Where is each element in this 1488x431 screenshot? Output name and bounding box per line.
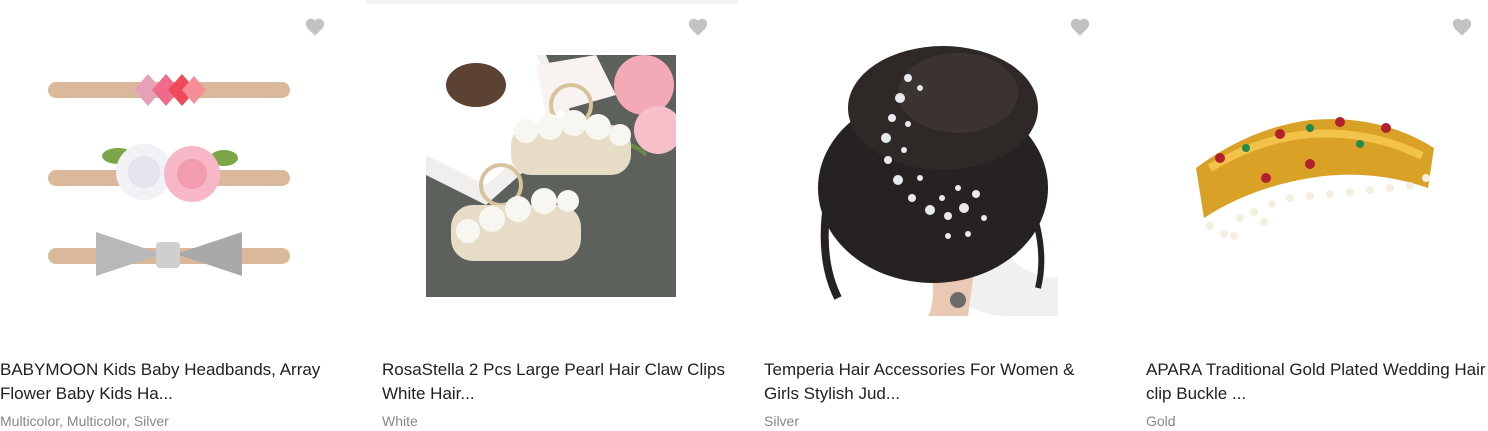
product-title-line1[interactable]: APARA Traditional Gold Plated Wedding Ha… <box>1146 360 1486 379</box>
product-title-line2[interactable]: Girls Stylish Jud... <box>764 384 900 403</box>
product-card-apara[interactable]: APARA Traditional Gold Plated Wedding Ha… <box>1146 0 1488 429</box>
product-title-line1[interactable]: Temperia Hair Accessories For Women & <box>764 360 1075 379</box>
product-variants: Silver <box>764 413 800 429</box>
product-variants: White <box>382 413 418 429</box>
product-card-babymoon[interactable]: BABYMOON Kids Baby Headbands, Array Flow… <box>0 0 382 429</box>
product-title-line2[interactable]: White Hair... <box>382 384 475 403</box>
product-title-line2[interactable]: clip Buckle ... <box>1146 384 1246 403</box>
wishlist-heart-icon[interactable] <box>1069 16 1091 38</box>
product-title[interactable]: RosaStella 2 Pcs Large Pearl Hair Claw C… <box>382 358 732 406</box>
product-card-rosastella[interactable]: RosaStella 2 Pcs Large Pearl Hair Claw C… <box>382 0 764 429</box>
wishlist-heart-icon[interactable] <box>304 16 326 38</box>
product-title[interactable]: BABYMOON Kids Baby Headbands, Array Flow… <box>0 358 350 406</box>
wishlist-heart-icon[interactable] <box>687 16 709 38</box>
product-variants: Gold <box>1146 413 1176 429</box>
wishlist-heart-icon[interactable] <box>1451 16 1473 38</box>
hair-bun-pin-image[interactable] <box>808 38 1058 316</box>
product-card-temperia[interactable]: Temperia Hair Accessories For Women & Gi… <box>764 0 1146 429</box>
product-title[interactable]: Temperia Hair Accessories For Women & Gi… <box>764 358 1114 406</box>
headbands-image[interactable] <box>44 62 294 296</box>
gold-hair-clip-image[interactable] <box>1190 108 1440 250</box>
product-title[interactable]: APARA Traditional Gold Plated Wedding Ha… <box>1146 358 1488 406</box>
product-title-line1[interactable]: RosaStella 2 Pcs Large Pearl Hair Claw C… <box>382 360 725 379</box>
product-title-line2[interactable]: Flower Baby Kids Ha... <box>0 384 173 403</box>
product-title-line1[interactable]: BABYMOON Kids Baby Headbands, Array <box>0 360 320 379</box>
product-variants: Multicolor, Multicolor, Silver <box>0 413 169 429</box>
pearl-claw-clips-image[interactable] <box>426 55 676 297</box>
